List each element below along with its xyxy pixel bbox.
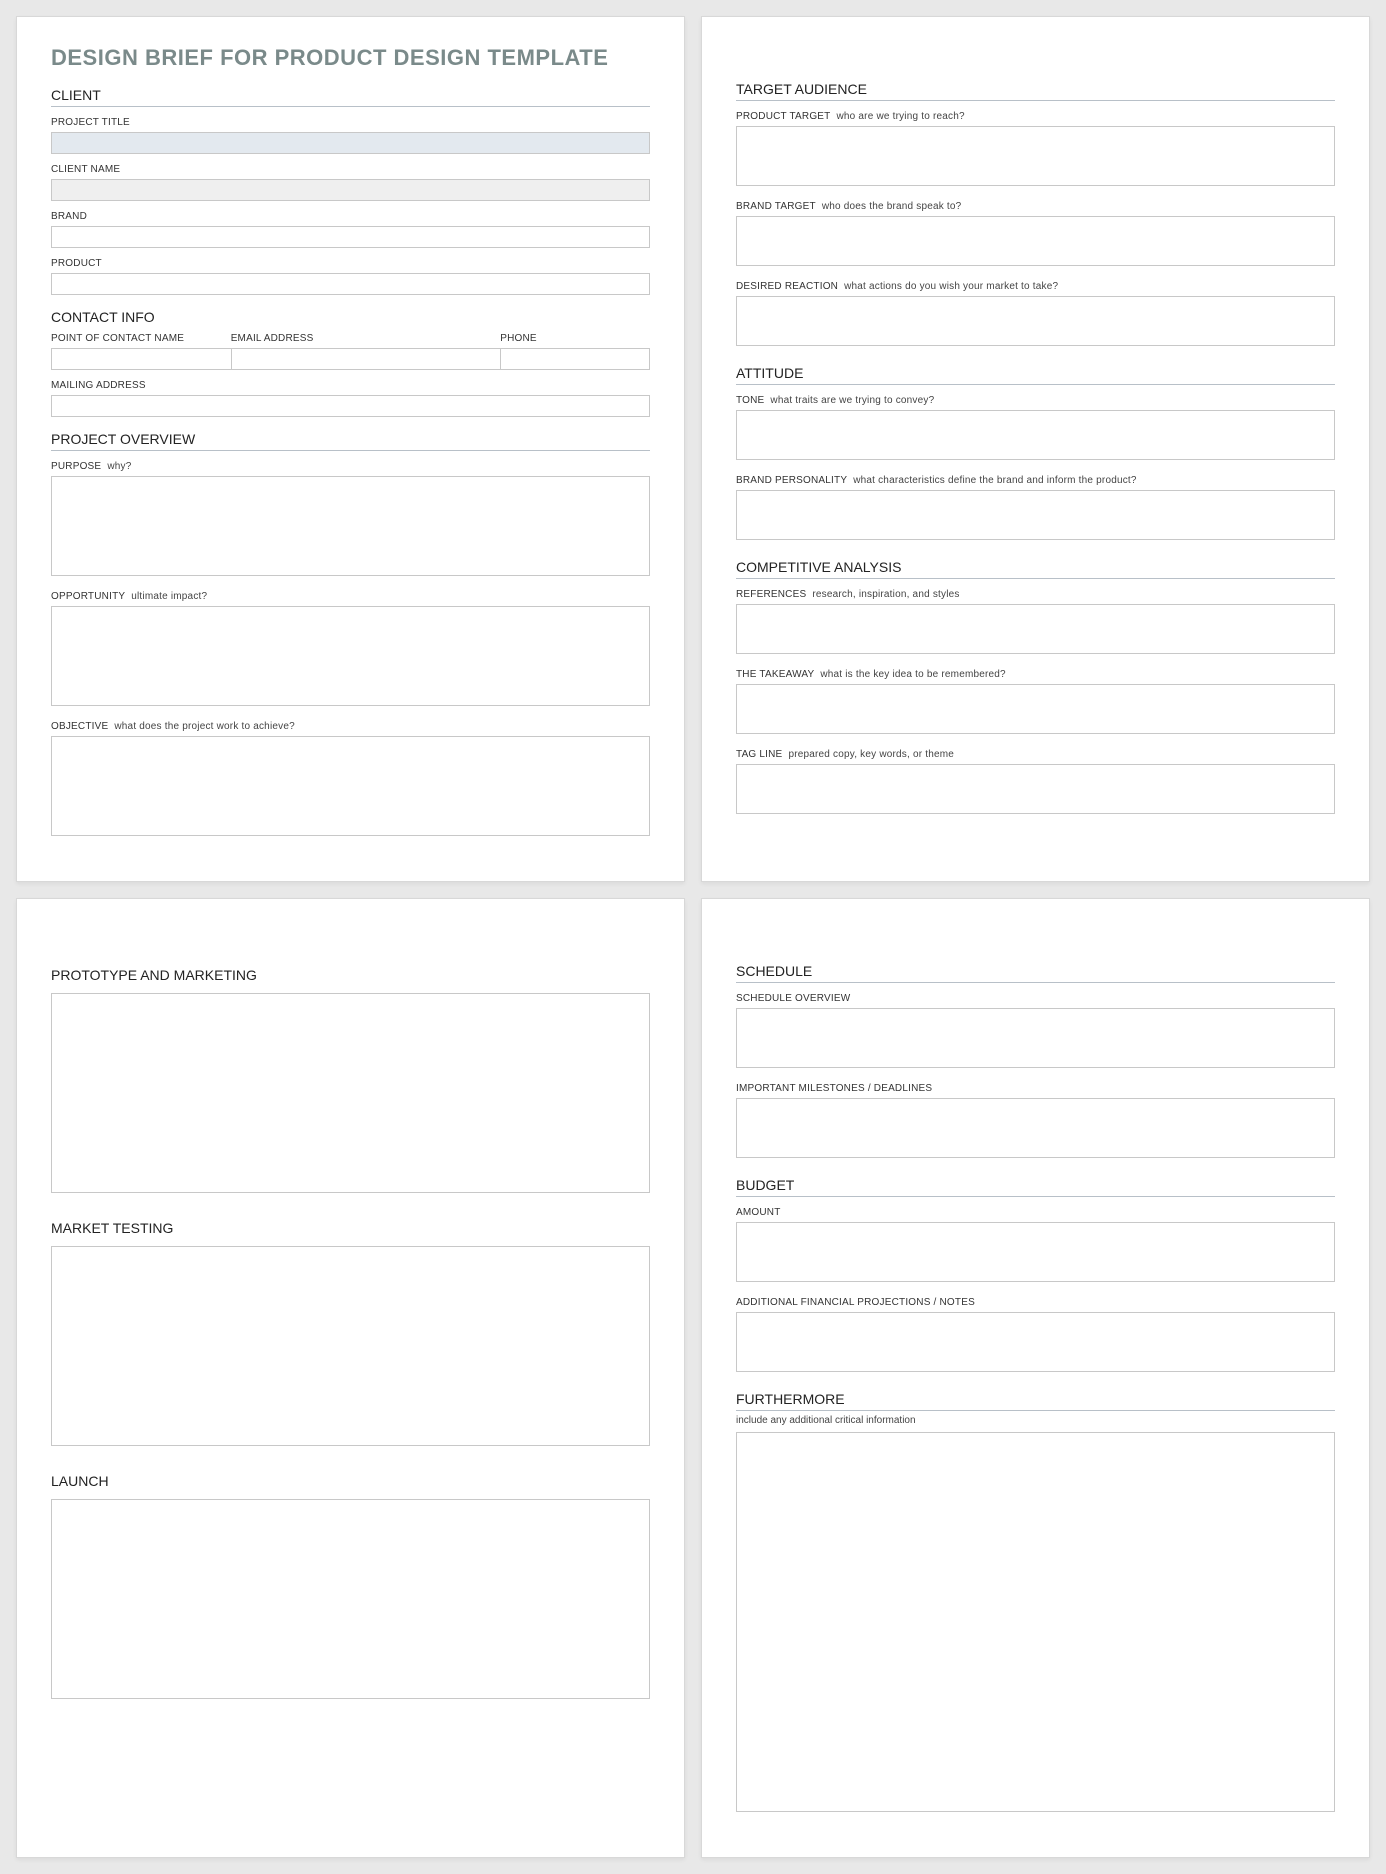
- input-project-title[interactable]: [51, 132, 650, 154]
- label-opportunity: OPPORTUNITYultimate impact?: [51, 591, 650, 602]
- textarea-milestones[interactable]: [736, 1098, 1335, 1158]
- textarea-objective[interactable]: [51, 736, 650, 836]
- section-prototype: PROTOTYPE AND MARKETING: [51, 967, 650, 983]
- label-poc: POINT OF CONTACT NAME: [51, 333, 231, 344]
- textarea-takeaway[interactable]: [736, 684, 1335, 734]
- textarea-furthermore[interactable]: [736, 1432, 1335, 1812]
- textarea-brand-target[interactable]: [736, 216, 1335, 266]
- label-desired-reaction: DESIRED REACTIONwhat actions do you wish…: [736, 281, 1335, 292]
- page-3: PROTOTYPE AND MARKETING MARKET TESTING L…: [16, 898, 685, 1858]
- document-title: DESIGN BRIEF FOR PRODUCT DESIGN TEMPLATE: [51, 45, 650, 71]
- section-attitude: ATTITUDE: [736, 365, 1335, 385]
- textarea-schedule-overview[interactable]: [736, 1008, 1335, 1068]
- label-email: EMAIL ADDRESS: [231, 333, 501, 344]
- input-client-name[interactable]: [51, 179, 650, 201]
- textarea-purpose[interactable]: [51, 476, 650, 576]
- input-poc[interactable]: [51, 348, 231, 370]
- page-1: DESIGN BRIEF FOR PRODUCT DESIGN TEMPLATE…: [16, 16, 685, 882]
- label-phone: PHONE: [500, 333, 650, 344]
- label-mailing: MAILING ADDRESS: [51, 380, 650, 391]
- page-2: TARGET AUDIENCE PRODUCT TARGETwho are we…: [701, 16, 1370, 882]
- textarea-references[interactable]: [736, 604, 1335, 654]
- textarea-market-testing[interactable]: [51, 1246, 650, 1446]
- label-takeaway: THE TAKEAWAYwhat is the key idea to be r…: [736, 669, 1335, 680]
- label-tagline: TAG LINEprepared copy, key words, or the…: [736, 749, 1335, 760]
- hint-furthermore: include any additional critical informat…: [736, 1415, 1335, 1426]
- label-objective: OBJECTIVEwhat does the project work to a…: [51, 721, 650, 732]
- textarea-tone[interactable]: [736, 410, 1335, 460]
- label-fin-notes: ADDITIONAL FINANCIAL PROJECTIONS / NOTES: [736, 1297, 1335, 1308]
- section-competitive: COMPETITIVE ANALYSIS: [736, 559, 1335, 579]
- label-brand: BRAND: [51, 211, 650, 222]
- label-client-name: CLIENT NAME: [51, 164, 650, 175]
- textarea-tagline[interactable]: [736, 764, 1335, 814]
- textarea-product-target[interactable]: [736, 126, 1335, 186]
- input-phone[interactable]: [500, 348, 650, 370]
- input-product[interactable]: [51, 273, 650, 295]
- section-budget: BUDGET: [736, 1177, 1335, 1197]
- input-mailing[interactable]: [51, 395, 650, 417]
- label-tone: TONEwhat traits are we trying to convey?: [736, 395, 1335, 406]
- page-4: SCHEDULE SCHEDULE OVERVIEW IMPORTANT MIL…: [701, 898, 1370, 1858]
- textarea-amount[interactable]: [736, 1222, 1335, 1282]
- textarea-launch[interactable]: [51, 1499, 650, 1699]
- label-amount: AMOUNT: [736, 1207, 1335, 1218]
- section-client: CLIENT: [51, 87, 650, 107]
- section-furthermore: FURTHERMORE: [736, 1391, 1335, 1411]
- section-launch: LAUNCH: [51, 1473, 650, 1489]
- section-project-overview: PROJECT OVERVIEW: [51, 431, 650, 451]
- textarea-brand-personality[interactable]: [736, 490, 1335, 540]
- textarea-opportunity[interactable]: [51, 606, 650, 706]
- input-brand[interactable]: [51, 226, 650, 248]
- label-purpose: PURPOSEwhy?: [51, 461, 650, 472]
- label-product-target: PRODUCT TARGETwho are we trying to reach…: [736, 111, 1335, 122]
- label-milestones: IMPORTANT MILESTONES / DEADLINES: [736, 1083, 1335, 1094]
- section-contact-info: CONTACT INFO: [51, 309, 650, 325]
- label-brand-personality: BRAND PERSONALITYwhat characteristics de…: [736, 475, 1335, 486]
- label-project-title: PROJECT TITLE: [51, 117, 650, 128]
- label-references: REFERENCESresearch, inspiration, and sty…: [736, 589, 1335, 600]
- section-target-audience: TARGET AUDIENCE: [736, 81, 1335, 101]
- label-schedule-overview: SCHEDULE OVERVIEW: [736, 993, 1335, 1004]
- section-schedule: SCHEDULE: [736, 963, 1335, 983]
- textarea-prototype[interactable]: [51, 993, 650, 1193]
- label-product: PRODUCT: [51, 258, 650, 269]
- input-email[interactable]: [231, 348, 501, 370]
- label-brand-target: BRAND TARGETwho does the brand speak to?: [736, 201, 1335, 212]
- section-market-testing: MARKET TESTING: [51, 1220, 650, 1236]
- textarea-fin-notes[interactable]: [736, 1312, 1335, 1372]
- textarea-desired-reaction[interactable]: [736, 296, 1335, 346]
